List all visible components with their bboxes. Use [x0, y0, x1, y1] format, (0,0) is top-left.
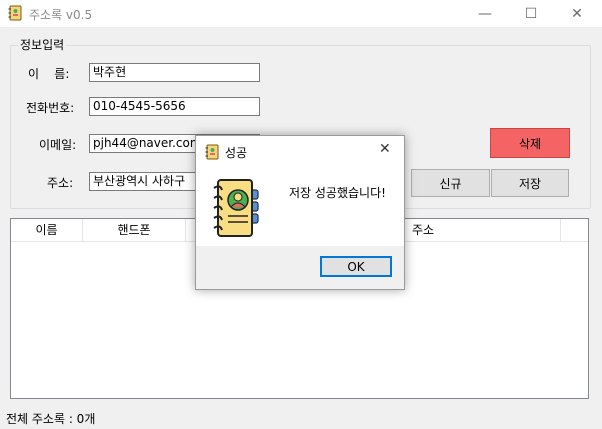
new-button[interactable]: 신규: [411, 169, 490, 197]
dialog-close-icon[interactable]: ✕: [379, 141, 391, 157]
minimize-button[interactable]: —: [462, 0, 508, 27]
maximize-icon: ☐: [524, 5, 538, 22]
window-title: 주소록 v0.5: [29, 8, 93, 22]
address-book-icon: [205, 144, 219, 160]
minimize-icon: —: [478, 5, 492, 22]
column-header-name[interactable]: 이름: [11, 219, 83, 241]
name-field[interactable]: 박주현: [89, 63, 260, 82]
success-dialog: 성공 ✕ 저장 성공했습니다! OK: [195, 135, 405, 290]
email-label: 이메일:: [39, 138, 77, 152]
dialog-footer: OK: [196, 246, 404, 289]
phone-field[interactable]: 010-4545-5656: [89, 97, 260, 116]
column-header-phone[interactable]: 핸드폰: [83, 219, 186, 241]
close-icon: ✕: [571, 5, 583, 22]
title-bar: 주소록 v0.5 — ☐ ✕: [0, 0, 602, 27]
group-title: 정보입력: [18, 36, 67, 53]
close-button[interactable]: ✕: [554, 0, 600, 27]
maximize-button[interactable]: ☐: [508, 0, 554, 27]
dialog-message: 저장 성공했습니다!: [289, 186, 386, 200]
address-book-icon: [213, 179, 259, 237]
dialog-title: 성공: [225, 146, 248, 160]
status-text: 전체 주소록 : 0개: [6, 412, 96, 426]
ok-button[interactable]: OK: [320, 256, 392, 277]
name-label: 이 름:: [28, 67, 70, 81]
phone-label: 전화번호:: [26, 101, 75, 115]
address-book-icon: [8, 5, 22, 21]
save-button[interactable]: 저장: [491, 169, 569, 197]
delete-button[interactable]: 삭제: [490, 128, 570, 158]
address-label: 주소:: [47, 176, 74, 190]
